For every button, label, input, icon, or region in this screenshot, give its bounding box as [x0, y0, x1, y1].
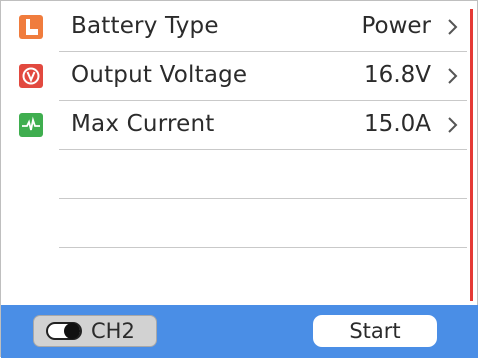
- chevron-right-icon: [448, 68, 458, 84]
- output-voltage-label: Output Voltage: [71, 62, 248, 88]
- channel-label: CH2: [91, 319, 135, 343]
- scrollbar[interactable]: [470, 9, 473, 301]
- charger-screen: Battery Type Power Output Voltage 16.8V …: [0, 0, 478, 358]
- battery-type-icon: [19, 15, 43, 39]
- battery-type-label: Battery Type: [71, 13, 219, 39]
- max-current-label: Max Current: [71, 111, 215, 137]
- chevron-right-icon: [448, 117, 458, 133]
- toggle-knob: [64, 323, 80, 339]
- empty-row: [59, 150, 467, 199]
- channel-toggle-button[interactable]: CH2: [33, 315, 157, 347]
- output-voltage-value: 16.8V: [364, 62, 431, 88]
- current-waveform-icon: [19, 113, 43, 137]
- output-voltage-row[interactable]: Output Voltage 16.8V: [19, 52, 467, 101]
- chevron-right-icon: [448, 19, 458, 35]
- start-button[interactable]: Start: [313, 315, 437, 347]
- max-current-row[interactable]: Max Current 15.0A: [19, 101, 467, 150]
- battery-type-row[interactable]: Battery Type Power: [19, 3, 467, 52]
- max-current-value: 15.0A: [364, 111, 431, 137]
- voltage-icon: [19, 64, 43, 88]
- toggle-switch-icon: [46, 322, 82, 340]
- bottom-bar: CH2 Start: [1, 305, 478, 358]
- empty-row: [59, 199, 467, 248]
- battery-type-value: Power: [361, 13, 431, 39]
